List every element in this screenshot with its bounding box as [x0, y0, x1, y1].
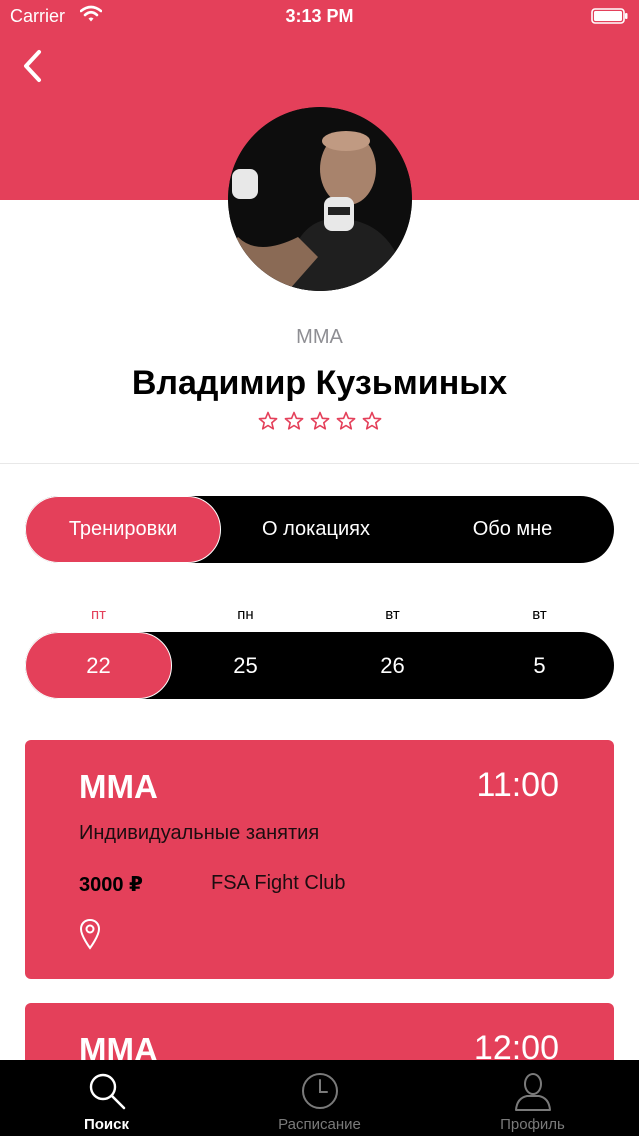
clock-icon — [301, 1073, 338, 1109]
training-time: 11:00 — [476, 766, 559, 804]
training-title: MMA — [79, 768, 158, 805]
person-icon — [514, 1073, 551, 1111]
weekday-labels: пт пн вт вт — [25, 606, 614, 623]
weekday-label: пт — [91, 606, 106, 623]
star-outline-icon — [310, 411, 329, 430]
battery-icon — [591, 8, 628, 24]
tab-label: Поиск — [83, 1116, 129, 1133]
status-time: 3:13 PM — [285, 6, 354, 26]
weekday-label: вт — [385, 606, 400, 623]
profile-segment-control: Тренировки О локациях Обо мне — [25, 496, 614, 563]
star-outline-icon — [336, 411, 355, 430]
date-item[interactable]: 22 — [25, 632, 172, 699]
chevron-left-icon — [24, 50, 41, 82]
star-outline-icon — [284, 411, 303, 430]
date-item[interactable]: 5 — [466, 632, 613, 699]
tab-schedule[interactable]: Расписание — [213, 1060, 426, 1136]
tab-label: Расписание — [278, 1116, 361, 1133]
tab-about-me[interactable]: Обо мне — [411, 496, 614, 563]
training-type: Индивидуальные занятия — [79, 822, 320, 844]
trainer-rating — [0, 411, 639, 431]
trainer-name: Владимир Кузьминых — [131, 364, 508, 402]
back-button[interactable] — [14, 46, 50, 86]
search-icon — [89, 1073, 125, 1110]
date-selector: 22 25 26 5 — [25, 632, 614, 699]
tab-label: Профиль — [500, 1116, 565, 1133]
status-bar: Carrier 3:13 PM — [0, 0, 639, 34]
training-price: 3000 ₽ — [79, 874, 143, 896]
avatar-photo — [228, 107, 412, 291]
trainer-avatar — [228, 107, 412, 291]
weekday-label: пн — [237, 606, 254, 623]
location-pin-icon[interactable] — [78, 918, 102, 950]
training-club: FSA Fight Club — [211, 872, 346, 894]
training-card[interactable]: MMA 11:00 Индивидуальные занятия 3000 ₽ … — [25, 740, 614, 979]
tab-bar: Поиск Расписание Профиль — [0, 1060, 639, 1136]
star-outline-icon — [362, 411, 381, 430]
weekday-label: вт — [532, 606, 547, 623]
tab-profile[interactable]: Профиль — [426, 1060, 639, 1136]
tab-search[interactable]: Поиск — [0, 1060, 213, 1136]
tab-locations[interactable]: О локациях — [221, 496, 411, 563]
divider — [0, 463, 639, 464]
date-item[interactable]: 26 — [319, 632, 466, 699]
date-item[interactable]: 25 — [172, 632, 319, 699]
trainer-sport: MMA — [296, 326, 343, 348]
tab-trainings[interactable]: Тренировки — [25, 496, 221, 563]
star-outline-icon — [258, 411, 277, 430]
